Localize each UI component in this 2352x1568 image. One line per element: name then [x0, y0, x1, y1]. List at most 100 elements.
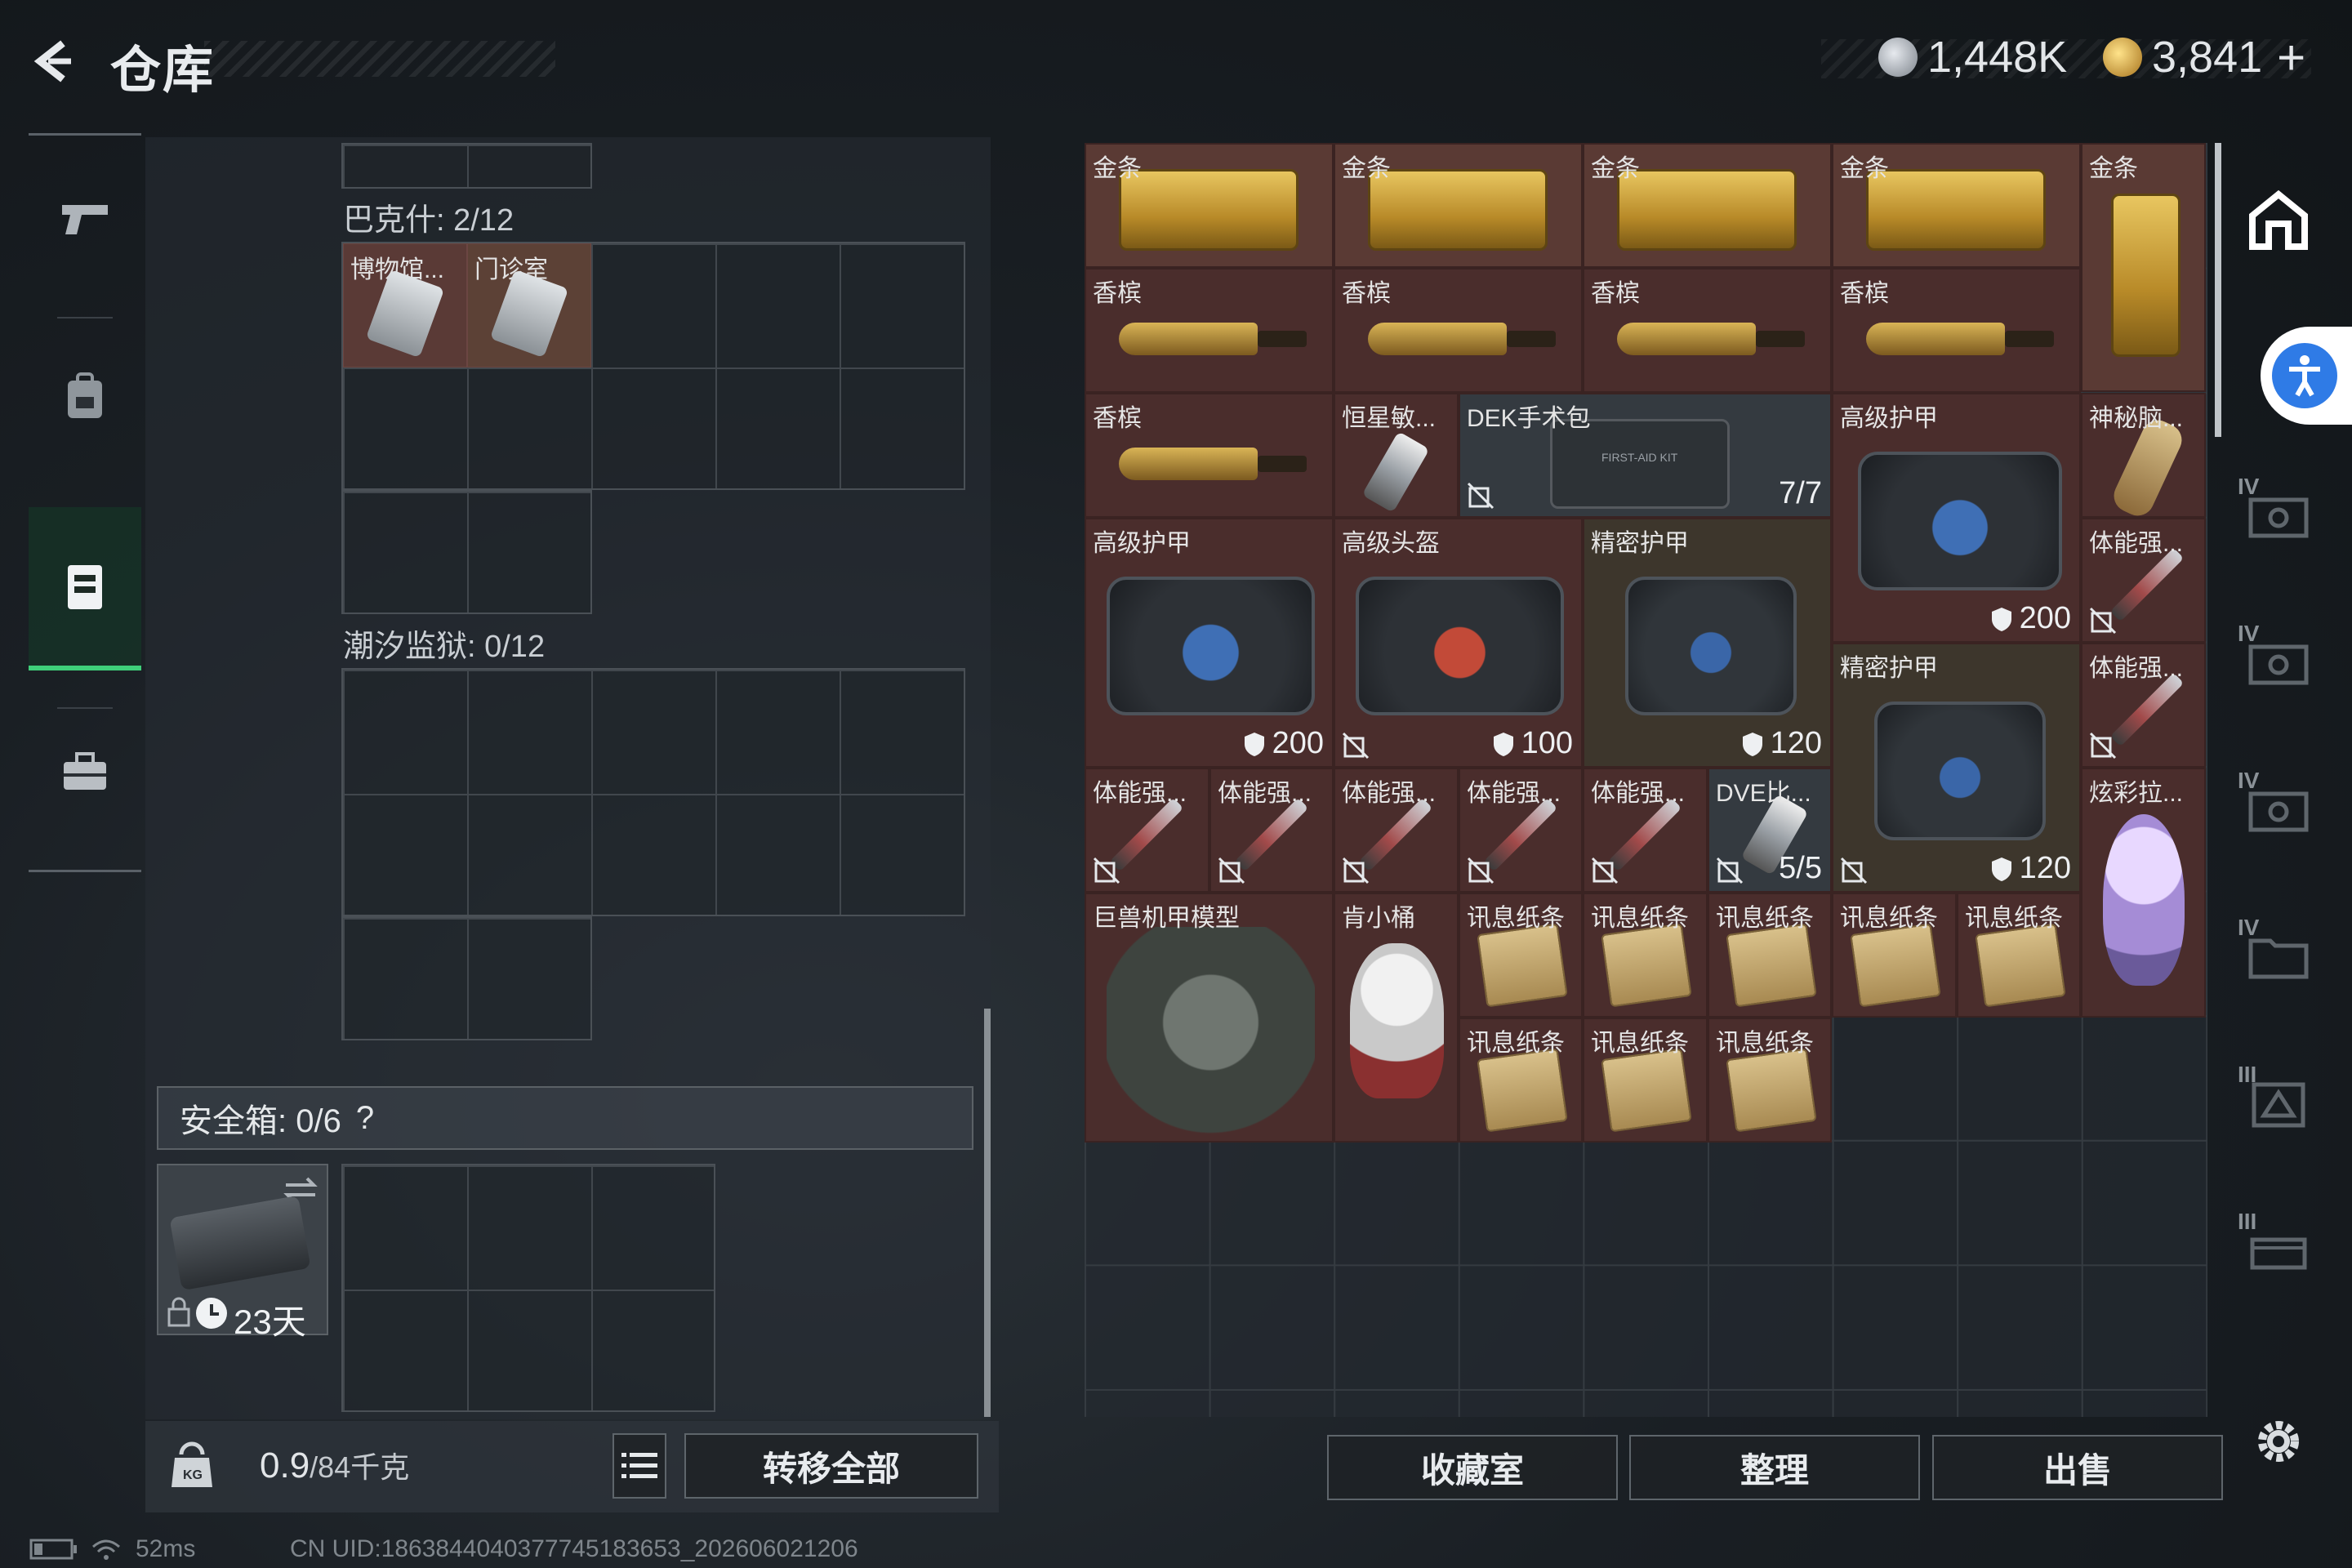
top-grid-remnant [341, 143, 592, 189]
stash-item-champagne[interactable]: 香槟 [1832, 268, 2081, 393]
stash-item-message-note[interactable]: 讯息纸条 [1583, 893, 1708, 1018]
rail-container-6[interactable]: III [2238, 1209, 2319, 1290]
stash-item-dve-injector[interactable]: DVE比... 5/5 [1708, 768, 1832, 893]
item-label: 金条 [1093, 155, 1142, 182]
safebox-grid [341, 1164, 715, 1412]
item-label: 体能强... [1467, 780, 1561, 807]
durability-value: 100 [1521, 726, 1573, 760]
stash-item-gold-bar[interactable]: 金条 [1085, 143, 1334, 268]
stash-item-stamina-boost[interactable]: 体能强... [1085, 768, 1209, 893]
stash-item-advanced-armor[interactable]: 高级护甲 200 [1085, 518, 1334, 768]
no-insure-icon [1840, 857, 1868, 884]
currency-silver: 1,448K [1878, 31, 2067, 83]
settings-button[interactable] [2238, 1401, 2319, 1482]
organize-button[interactable]: 整理 [1629, 1435, 1920, 1500]
rail-container-1[interactable]: IV [2238, 474, 2319, 555]
list-view-button[interactable] [612, 1433, 666, 1499]
stash-item-advanced-armor[interactable]: 高级护甲 200 [1832, 393, 2081, 643]
stash-scrollbar[interactable] [2215, 143, 2221, 437]
stash-item-message-note[interactable]: 讯息纸条 [1832, 893, 1957, 1018]
left-nav [29, 133, 141, 872]
stash-item-champagne[interactable]: 香槟 [1085, 268, 1334, 393]
rail-stash-home[interactable] [2238, 180, 2319, 261]
item-label: 高级护甲 [1840, 405, 1938, 432]
stash-item-gold-bar[interactable]: 金条 [1334, 143, 1583, 268]
stash-item-stellar-sensor[interactable]: 恒星敏... [1334, 393, 1459, 518]
syringe-icon [2109, 672, 2185, 747]
rail-container-3[interactable]: IV [2238, 768, 2319, 849]
stash-item-kfc-bucket[interactable]: 肯小桶 [1334, 893, 1459, 1143]
safebox-help-button[interactable]: ? [356, 1100, 374, 1137]
stash-item-message-note[interactable]: 讯息纸条 [1583, 1018, 1708, 1143]
gold-bar-icon [1119, 169, 1298, 251]
stash-item-champagne[interactable]: 香槟 [1334, 268, 1583, 393]
stash-item-message-note[interactable]: 讯息纸条 [1708, 893, 1832, 1018]
left-scrollbar[interactable] [984, 1009, 991, 1417]
accessibility-button[interactable] [2261, 327, 2352, 425]
add-currency-button[interactable]: + [2277, 29, 2305, 86]
stash-item-advanced-helmet[interactable]: 高级头盔 100 [1334, 518, 1583, 768]
item-label: 讯息纸条 [1965, 905, 2063, 932]
item-durability: 100 [1492, 726, 1573, 761]
note-icon [1726, 1048, 1817, 1133]
stash-item-stamina-boost[interactable]: 体能强... [2081, 643, 2206, 768]
stash-item-precision-armor[interactable]: 精密护甲 120 [1832, 643, 2081, 893]
item-label: 高级护甲 [1093, 530, 1191, 557]
durability-value: 200 [2019, 601, 2071, 635]
stash-item-mystery-brain[interactable]: 神秘脑... [2081, 393, 2206, 518]
item-label: 香槟 [1093, 405, 1142, 432]
item-label: 体能强... [1218, 780, 1312, 807]
nav-briefcase[interactable] [29, 691, 141, 854]
transfer-all-button[interactable]: 转移全部 [684, 1433, 978, 1499]
pistol-icon [62, 205, 108, 234]
stash-item-message-note[interactable]: 讯息纸条 [1459, 1018, 1583, 1143]
slot-clinic-key[interactable]: 门诊室 [467, 243, 591, 368]
item-label: 讯息纸条 [1840, 905, 1938, 932]
item-label: 香槟 [1093, 280, 1142, 307]
stash-item-stamina-boost[interactable]: 体能强... [1209, 768, 1334, 893]
stash-item-dek-medkit[interactable]: DEK手术包 7/7 [1459, 393, 1832, 518]
stash-item-stamina-boost[interactable]: 体能强... [1459, 768, 1583, 893]
status-bar: 52ms [29, 1535, 195, 1563]
stash-item-champagne[interactable]: 香槟 [1085, 393, 1334, 518]
rail-container-2[interactable]: IV [2238, 621, 2319, 702]
nav-weapon[interactable] [29, 136, 141, 299]
back-button[interactable] [24, 33, 82, 90]
stash-item-mech-model[interactable]: 巨兽机甲模型 [1085, 893, 1334, 1143]
collection-room-button[interactable]: 收藏室 [1327, 1435, 1618, 1500]
stash-item-stamina-boost[interactable]: 体能强... [2081, 518, 2206, 643]
shield-icon [1493, 732, 1513, 756]
item-label: 炫彩拉... [2089, 780, 2184, 807]
item-label: 金条 [1342, 155, 1391, 182]
safebox-case-icon [169, 1195, 311, 1291]
nav-vest[interactable] [29, 507, 141, 670]
nav-backpack[interactable] [29, 315, 141, 479]
slot-museum-key[interactable]: 博物馆... [343, 243, 467, 368]
stash-item-gold-bar[interactable]: 金条 [1583, 143, 1832, 268]
stash-item-precision-armor[interactable]: 精密护甲 120 [1583, 518, 1832, 768]
syringe-icon [1234, 797, 1309, 872]
stash-item-gold-bar-vertical[interactable]: 金条 [2081, 143, 2206, 392]
backpack-icon [68, 372, 102, 418]
no-insure-icon [1342, 857, 1370, 884]
item-durability: 120 [1741, 726, 1822, 761]
rail-container-5[interactable]: III [2238, 1062, 2319, 1143]
stash-item-champagne[interactable]: 香槟 [1583, 268, 1832, 393]
ping-value: 52ms [136, 1535, 196, 1562]
stash-item-message-note[interactable]: 讯息纸条 [1459, 893, 1583, 1018]
note-icon [1477, 923, 1568, 1008]
sell-button[interactable]: 出售 [1932, 1435, 2223, 1500]
mascot-figure-icon [1350, 943, 1444, 1098]
stash-item-stamina-boost[interactable]: 体能强... [1334, 768, 1459, 893]
stash-item-message-note[interactable]: 讯息纸条 [1708, 1018, 1832, 1143]
item-label: 体能强... [2089, 530, 2184, 557]
item-label: 高级头盔 [1342, 530, 1440, 557]
note-icon [1726, 923, 1817, 1008]
rail-container-4[interactable]: IV [2238, 915, 2319, 996]
stash-item-gold-bar[interactable]: 金条 [1832, 143, 2081, 268]
stash-item-stamina-boost[interactable]: 体能强... [1583, 768, 1708, 893]
stash-item-message-note[interactable]: 讯息纸条 [1957, 893, 2081, 1018]
item-label: 讯息纸条 [1591, 1030, 1689, 1057]
stash-item-colorful-figure[interactable]: 炫彩拉... [2081, 768, 2206, 1018]
safebox-item[interactable]: 23天 [157, 1164, 328, 1341]
